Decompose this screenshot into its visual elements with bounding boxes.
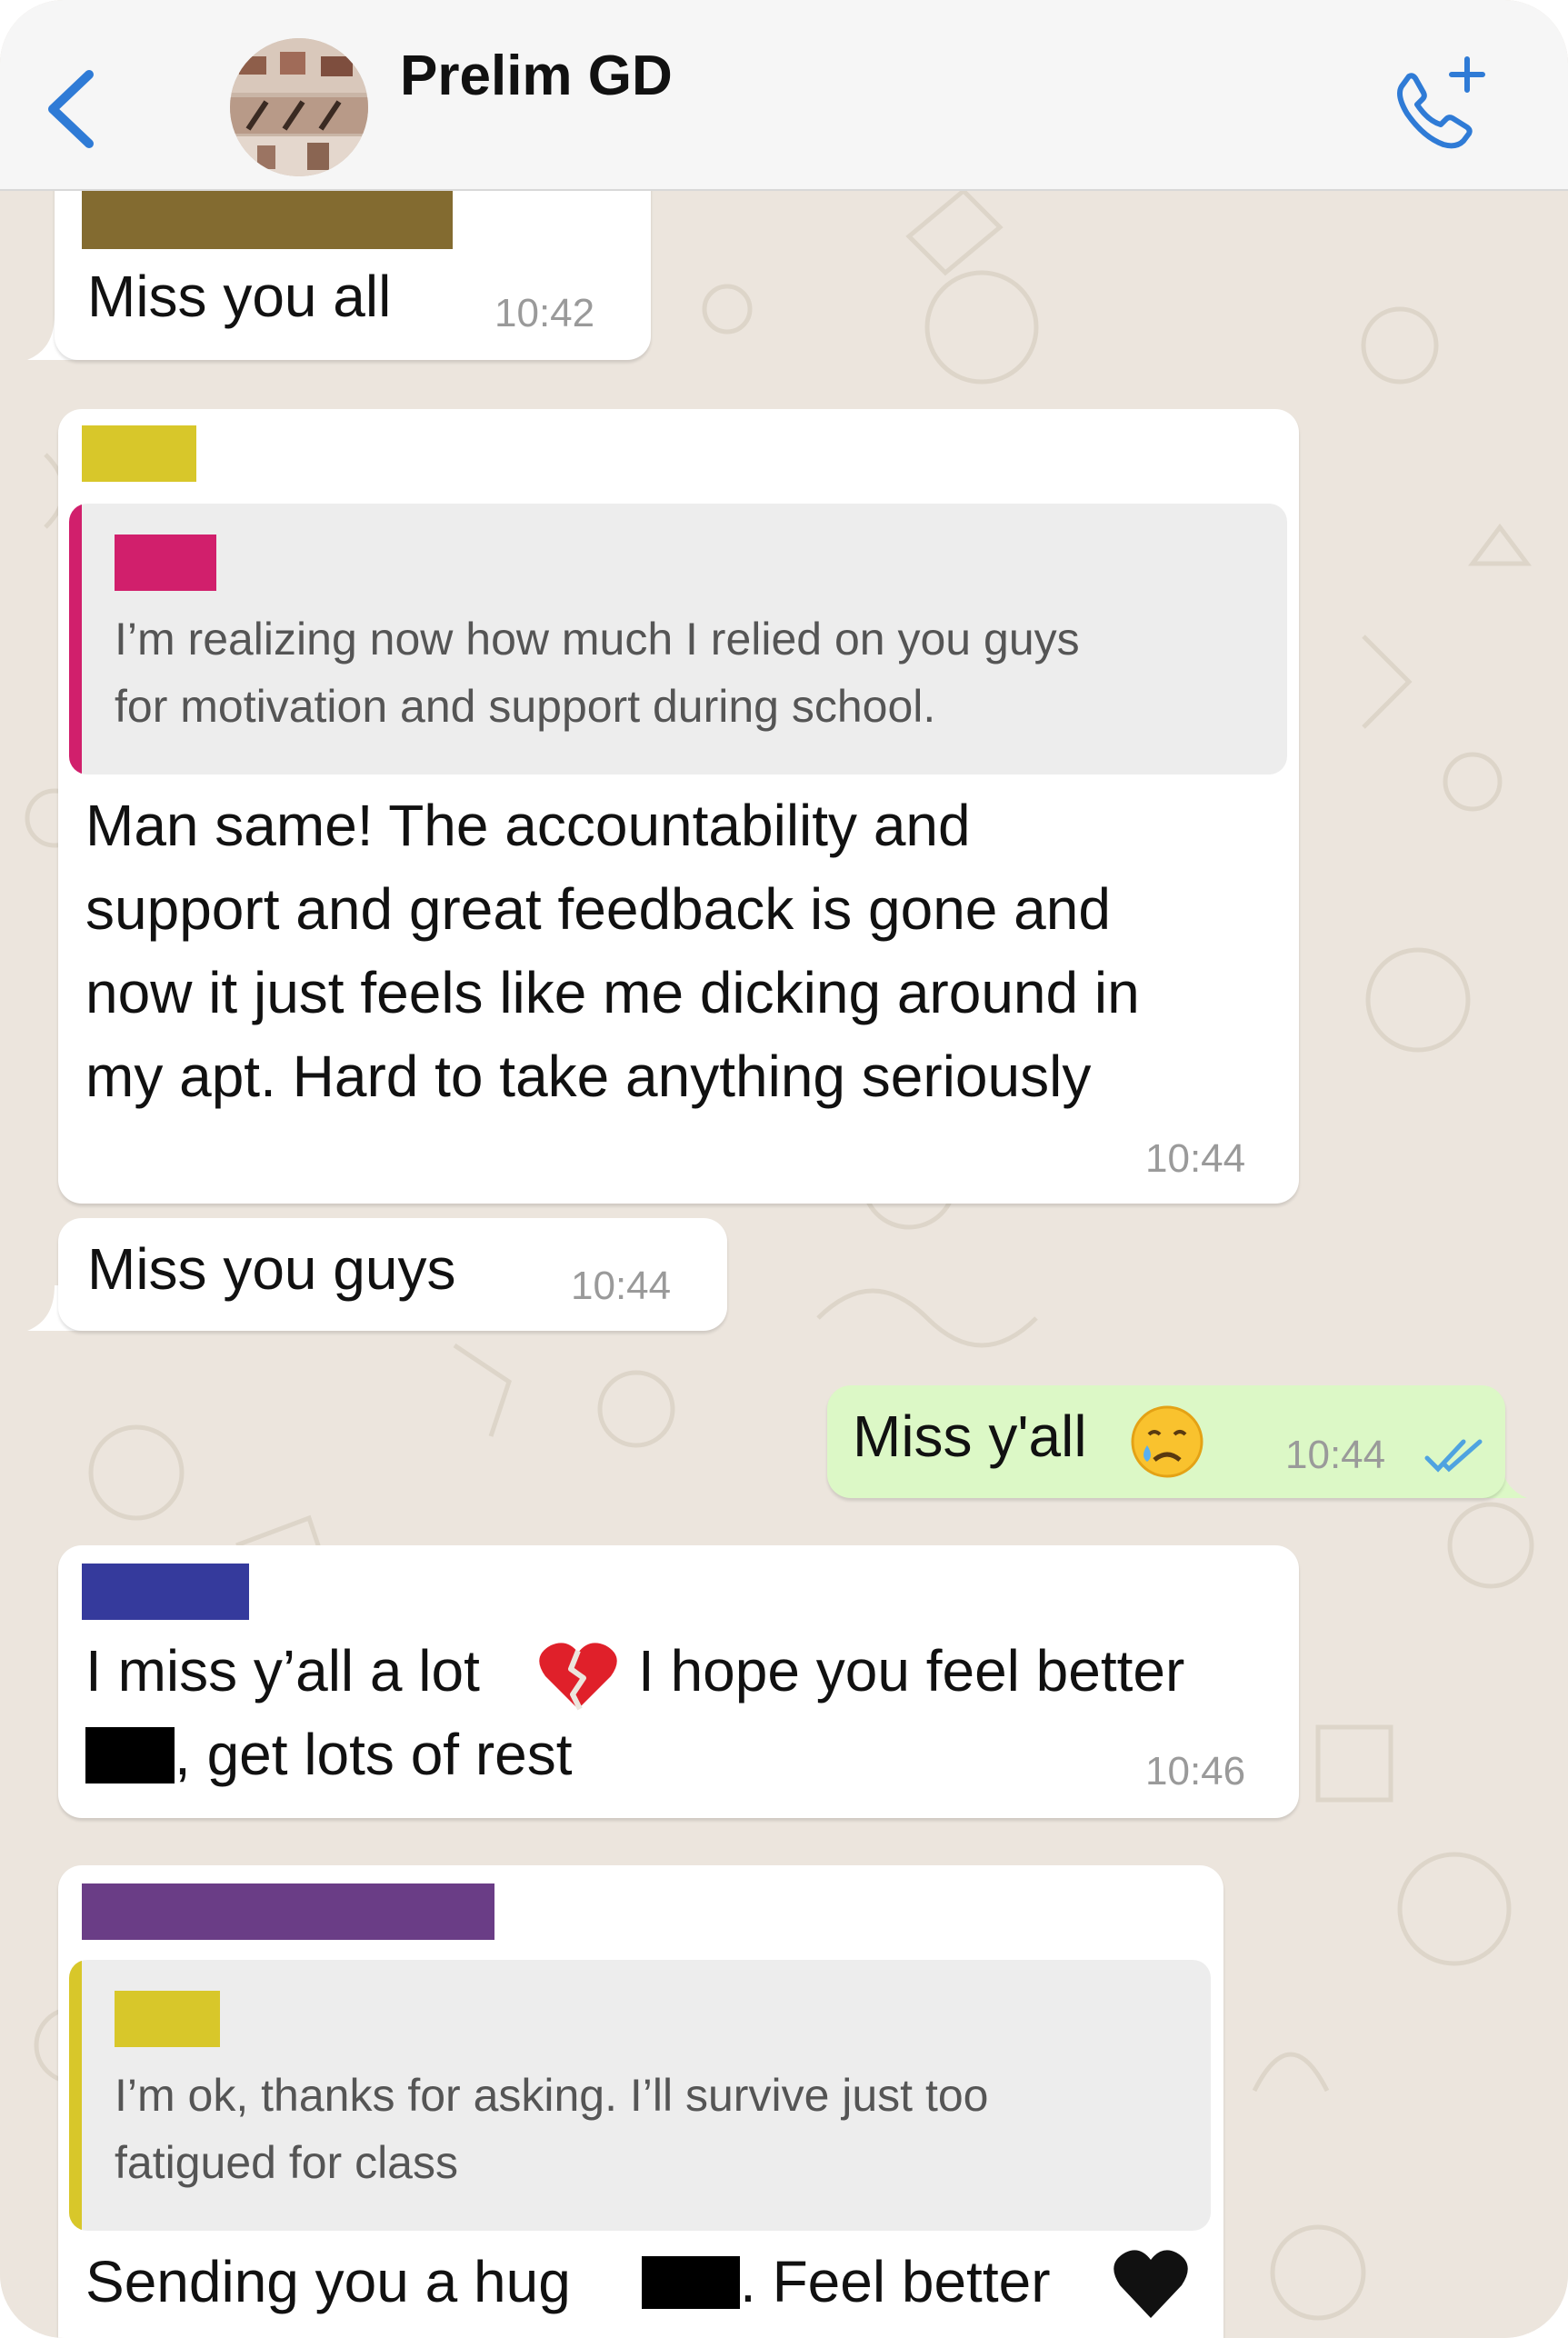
redacted-name	[85, 1727, 175, 1783]
quoted-text: I’m ok, thanks for asking. I’ll survive …	[115, 2070, 989, 2188]
redacted-sender-name	[82, 1564, 249, 1620]
quoted-message[interactable]: I’m realizing now how much I relied on y…	[69, 504, 1287, 774]
message-bubble-incoming[interactable]: Miss you guys 10:44	[58, 1218, 727, 1331]
message-time: 10:44	[571, 1264, 672, 1308]
message-time: 10:44	[1145, 1136, 1246, 1181]
quoted-text: I’m realizing now how much I relied on y…	[115, 614, 1080, 732]
message-text: I hope you feel better	[638, 1638, 1185, 1704]
crying-face-emoji	[1131, 1405, 1203, 1478]
quoted-message[interactable]: I’m ok, thanks for asking. I’ll survive …	[69, 1960, 1211, 2231]
broken-heart-emoji	[539, 1643, 617, 1711]
message-text: . Feel better	[740, 2249, 1051, 2314]
phone-add-icon[interactable]	[1382, 50, 1491, 159]
redacted-sender-name	[82, 425, 196, 482]
message-text: Man same! The accountability and support…	[85, 793, 1140, 1109]
group-avatar[interactable]	[230, 38, 368, 176]
message-time: 10:42	[494, 291, 595, 335]
message-text: Miss you guys	[87, 1236, 456, 1302]
chat-header: Prelim GD	[0, 0, 1568, 191]
message-text: I miss y’all a lot	[85, 1638, 480, 1704]
quote-bar	[69, 1960, 82, 2231]
message-text: Miss y'all	[853, 1404, 1087, 1469]
redacted-sender-name	[82, 191, 453, 249]
black-heart-emoji	[1114, 2250, 1188, 2318]
redacted-sender-name	[82, 1883, 494, 1940]
message-time: 10:46	[1145, 1749, 1246, 1793]
read-double-check-icon	[1424, 1439, 1483, 1473]
message-bubble-incoming[interactable]: I’m ok, thanks for asking. I’ll survive …	[58, 1865, 1223, 2338]
message-bubble-incoming[interactable]: I’m realizing now how much I relied on y…	[58, 409, 1299, 1204]
message-bubble-incoming[interactable]: I miss y’all a lot I hope you feel bette…	[58, 1545, 1299, 1818]
message-text: Miss you all	[87, 264, 392, 329]
quote-bar	[69, 504, 82, 774]
message-time: 10:44	[1285, 1433, 1386, 1477]
message-text: , get lots of rest	[175, 1722, 573, 1787]
chat-screen: Prelim GD Miss you all 10:42 I’m realizi…	[0, 0, 1568, 2338]
redacted-quote-sender	[115, 535, 216, 591]
message-bubble-outgoing[interactable]: Miss y'all 10:44	[827, 1385, 1505, 1498]
chevron-left-icon[interactable]	[36, 64, 109, 155]
redacted-name	[642, 2256, 740, 2309]
chat-title[interactable]: Prelim GD	[400, 44, 673, 108]
message-text: Sending you a hug	[85, 2249, 571, 2314]
redacted-quote-sender	[115, 1991, 220, 2047]
